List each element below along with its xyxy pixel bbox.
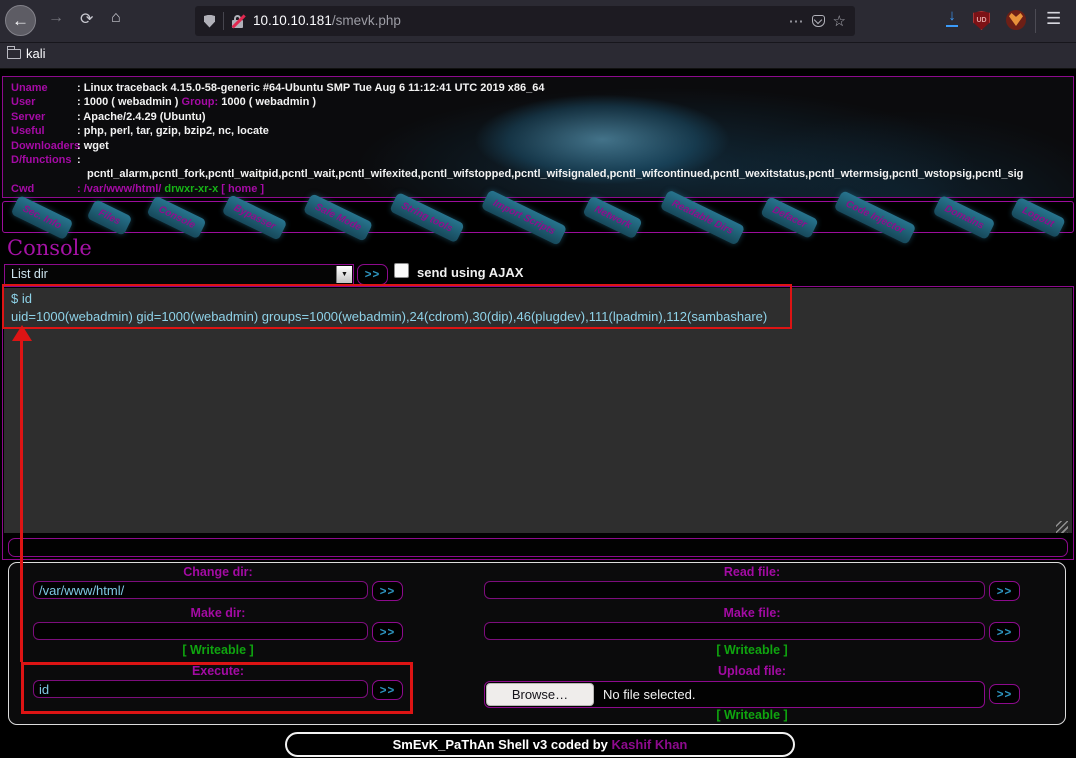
command-select-value: List dir [11, 267, 48, 281]
info-row-disabled-functions: pcntl_alarm,pcntl_fork,pcntl_waitpid,pcn… [3, 167, 1073, 181]
console-heading: Console [7, 236, 92, 260]
forward-icon: → [48, 9, 64, 26]
change-dir-input[interactable] [33, 581, 368, 599]
ajax-checkbox[interactable] [394, 263, 409, 278]
execute-go-button[interactable]: >> [372, 680, 403, 700]
bookmark-star-icon[interactable]: ☆ [833, 12, 846, 30]
url-bar[interactable]: 10.10.10.181/smevk.php ⋯ ☆ [195, 6, 855, 36]
url-path: /smevk.php [332, 13, 401, 28]
textarea-resize-handle[interactable] [1056, 521, 1068, 533]
back-button[interactable]: ← [5, 5, 36, 36]
bookmark-folder-kali[interactable]: kali [7, 46, 46, 61]
footer-credit: SmEvK_PaThAn Shell v3 coded by Kashif Kh… [285, 732, 795, 757]
ublock-extension-icon[interactable]: UD [973, 11, 990, 30]
tab-domains[interactable]: Domains [932, 194, 995, 239]
tab-import-scripts[interactable]: Import Scripts [481, 189, 567, 245]
home-button[interactable]: ⌂ [111, 9, 121, 27]
read-file-label: Read file: [484, 565, 1020, 579]
menu-button[interactable]: ☰ [1046, 9, 1061, 29]
make-file-label: Make file: [484, 606, 1020, 620]
read-file-go-button[interactable]: >> [989, 581, 1020, 601]
info-row-uname: Uname: Linux traceback 4.15.0-58-generic… [3, 81, 1073, 95]
reload-icon: ⟳ [80, 11, 93, 28]
cwd-path-link[interactable]: : /var/www/html/ [77, 183, 164, 195]
make-file-go-button[interactable]: >> [989, 622, 1020, 642]
info-row-downloaders: Downloaders: wget [3, 139, 1073, 153]
execute-label: Execute: [33, 664, 403, 678]
upload-go-button[interactable]: >> [989, 684, 1020, 704]
pocket-icon[interactable] [812, 15, 825, 27]
urlbar-divider [223, 12, 224, 30]
upload-status-text: No file selected. [603, 687, 696, 702]
upload-file-label: Upload file: [484, 664, 1020, 678]
tab-logout[interactable]: Logout [1010, 196, 1066, 238]
reload-button[interactable]: ⟳ [80, 9, 93, 29]
writeable-status-upload: [ Writeable ] [484, 708, 1020, 722]
foxyproxy-extension-icon[interactable] [1006, 10, 1026, 30]
ajax-checkbox-label: send using AJAX [417, 265, 523, 280]
make-dir-input[interactable] [33, 622, 368, 640]
download-icon: ↓ [948, 7, 956, 24]
make-dir-go-button[interactable]: >> [372, 622, 403, 642]
tab-readable-dirs[interactable]: Readable Dirs [659, 189, 744, 245]
upload-file-input[interactable]: Browse… No file selected. [484, 681, 985, 708]
home-icon: ⌂ [111, 9, 121, 26]
tab-sec-info[interactable]: Sec. Info [10, 194, 73, 239]
info-row-server: Server: Apache/2.4.29 (Ubuntu) [3, 110, 1073, 124]
info-row-user: User: 1000 ( webadmin ) Group: 1000 ( we… [3, 95, 1073, 109]
tab-files[interactable]: Files [87, 199, 133, 236]
read-file-input[interactable] [484, 581, 985, 599]
execute-input[interactable] [33, 680, 368, 698]
run-command-button[interactable]: >> [357, 264, 388, 285]
browser-toolbar: ← → ⟳ ⌂ 10.10.10.181/smevk.php ⋯ ☆ ↓ UD … [0, 0, 1076, 43]
tab-code-injector[interactable]: Code Injector [834, 190, 917, 245]
tab-defacer[interactable]: Defacer [760, 196, 818, 239]
chevron-down-icon: ▼ [336, 266, 352, 283]
cwd-home-link[interactable]: [ home ] [218, 183, 264, 195]
info-row-dfunctions: D/functions: [3, 153, 1073, 167]
tab-console[interactable]: Console [146, 195, 207, 239]
downloads-button[interactable]: ↓ [944, 7, 960, 29]
change-dir-go-button[interactable]: >> [372, 581, 403, 601]
tab-row: Sec. Info Files Console Bypasser Safe Mo… [4, 195, 1072, 239]
writeable-status-right: [ Writeable ] [484, 643, 1020, 657]
info-row-cwd: Cwd: /var/www/html/ drwxr-xr-x [ home ] [3, 182, 1073, 196]
hamburger-icon: ☰ [1046, 9, 1061, 28]
folder-icon [7, 49, 21, 59]
forward-button[interactable]: → [48, 9, 64, 27]
screen: ← → ⟳ ⌂ 10.10.10.181/smevk.php ⋯ ☆ ↓ UD … [0, 0, 1076, 758]
tab-bypasser[interactable]: Bypasser [222, 194, 288, 241]
page-actions-icon[interactable]: ⋯ [789, 12, 804, 30]
make-dir-label: Make dir: [33, 606, 403, 620]
make-file-input[interactable] [484, 622, 985, 640]
change-dir-label: Change dir: [33, 565, 403, 579]
browse-button[interactable]: Browse… [486, 683, 594, 706]
console-output-panel: $ id uid=1000(webadmin) gid=1000(webadmi… [2, 286, 1074, 560]
url-host: 10.10.10.181 [253, 13, 332, 28]
bookmarks-bar: kali [0, 43, 1076, 69]
info-row-useful: Useful: php, perl, tar, gzip, bzip2, nc,… [3, 124, 1073, 138]
writeable-status-left: [ Writeable ] [33, 643, 403, 657]
system-info-panel: Uname: Linux traceback 4.15.0-58-generic… [2, 76, 1074, 198]
command-select[interactable]: List dir ▼ [4, 264, 354, 285]
tracking-protection-shield-icon[interactable] [204, 15, 215, 28]
tab-string-tools[interactable]: String tools [389, 191, 464, 242]
tab-safe-mode[interactable]: Safe Mode [303, 193, 373, 242]
tab-network[interactable]: Network [583, 195, 644, 239]
bookmark-label: kali [26, 46, 46, 61]
footer-text: SmEvK_PaThAn Shell v3 coded by [393, 737, 612, 752]
back-icon: ← [12, 11, 29, 31]
footer-author-link[interactable]: Kashif Khan [612, 737, 688, 752]
toolbar-divider [1035, 9, 1036, 33]
console-command-input[interactable] [8, 538, 1068, 557]
insecure-lock-icon[interactable] [232, 15, 245, 28]
console-output[interactable]: $ id uid=1000(webadmin) gid=1000(webadmi… [4, 288, 1072, 533]
